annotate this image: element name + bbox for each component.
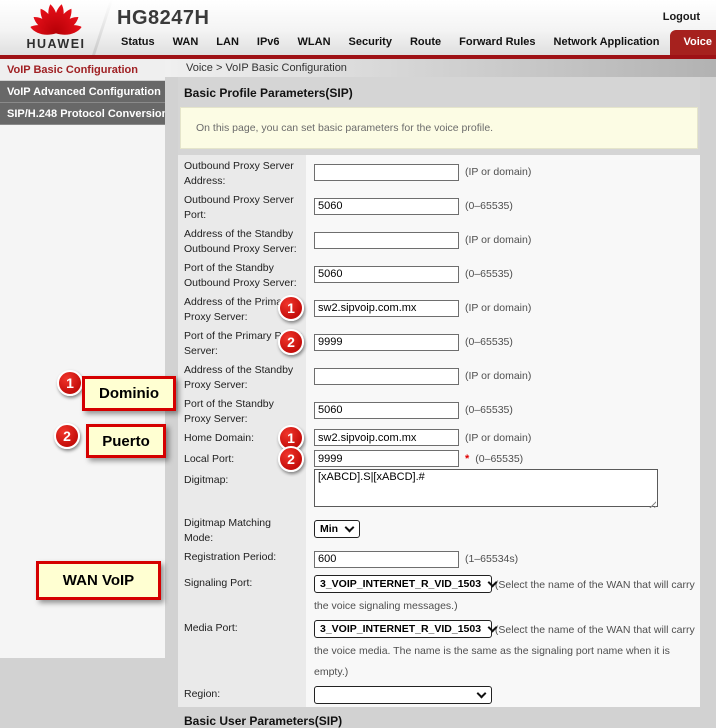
standby-proxy-address-input[interactable]	[314, 368, 459, 385]
required-asterisk: *	[465, 453, 469, 465]
form-row: Signaling Port: 3_VOIP_INTERNET_R_VID_15…	[178, 572, 700, 617]
field-label: Digitmap:	[178, 469, 306, 512]
callout-badge-1: 1	[57, 370, 83, 396]
field-hint: (1–65534s)	[465, 553, 518, 565]
section-title: Basic Profile Parameters(SIP)	[184, 86, 700, 100]
form-row: Local Port: 2 * (0–65535)	[178, 448, 700, 469]
field-label: Media Port:	[178, 617, 306, 683]
standby-outbound-proxy-port-input[interactable]	[314, 266, 459, 283]
tab-voice[interactable]: Voice	[670, 30, 716, 55]
field-hint: (IP or domain)	[465, 370, 531, 382]
field-hint: (IP or domain)	[465, 234, 531, 246]
tab-wlan[interactable]: WLAN	[289, 31, 340, 55]
field-label: Port of the Standby Outbound Proxy Serve…	[178, 257, 306, 291]
field-hint: (0–65535)	[465, 268, 513, 280]
field-label: Digitmap Matching Mode:	[178, 512, 306, 546]
field-label: Outbound Proxy Server Port:	[178, 189, 306, 223]
brand-text: HUAWEI	[12, 37, 100, 51]
local-port-input[interactable]	[314, 450, 459, 467]
field-hint: (0–65535)	[465, 404, 513, 416]
outbound-proxy-address-input[interactable]	[314, 164, 459, 181]
home-domain-input[interactable]	[314, 429, 459, 446]
tab-wan[interactable]: WAN	[164, 31, 208, 55]
voip-basic-form: Outbound Proxy Server Address: (IP or do…	[178, 155, 700, 707]
breadcrumb: Voice > VoIP Basic Configuration	[165, 59, 716, 77]
field-label: Registration Period:	[178, 546, 306, 572]
main-content: Basic Profile Parameters(SIP) On this pa…	[178, 77, 700, 658]
huawei-flower-icon	[28, 3, 84, 36]
form-row: Registration Period: (1–65534s)	[178, 546, 700, 572]
select-value: 3_VOIP_INTERNET_R_VID_1503	[320, 574, 481, 595]
digitmap-matching-mode-select[interactable]: Min	[314, 520, 360, 538]
huawei-logo: HUAWEI	[12, 3, 100, 51]
form-row: Address of the Standby Outbound Proxy Se…	[178, 223, 700, 257]
form-row: Port of the Standby Outbound Proxy Serve…	[178, 257, 700, 291]
standby-outbound-proxy-address-input[interactable]	[314, 232, 459, 249]
header: HUAWEI HG8247H Logout Status WAN LAN IPv…	[0, 0, 716, 55]
signaling-port-select[interactable]: 3_VOIP_INTERNET_R_VID_1503	[314, 575, 492, 593]
annotation-badge-2: 2	[278, 446, 304, 472]
main-nav-tabs: Status WAN LAN IPv6 WLAN Security Route …	[112, 30, 716, 55]
tab-forward-rules[interactable]: Forward Rules	[450, 31, 544, 55]
field-label: Region:	[178, 683, 306, 707]
sidebar-item-sip-h248[interactable]: SIP/H.248 Protocol Conversion	[0, 103, 165, 125]
field-hint: (IP or domain)	[465, 166, 531, 178]
callout-badge-2: 2	[54, 423, 80, 449]
field-hint: (IP or domain)	[465, 302, 531, 314]
tab-route[interactable]: Route	[401, 31, 450, 55]
tab-ipv6[interactable]: IPv6	[248, 31, 289, 55]
standby-proxy-port-input[interactable]	[314, 402, 459, 419]
outbound-proxy-port-input[interactable]	[314, 198, 459, 215]
digitmap-textarea[interactable]: [xABCD].S|[xABCD].#	[314, 469, 658, 507]
field-label: Port of the Standby Proxy Server:	[178, 393, 306, 427]
info-banner: On this page, you can set basic paramete…	[180, 107, 698, 149]
form-row: Region:	[178, 683, 700, 707]
logout-link[interactable]: Logout	[663, 11, 700, 23]
annotation-badge-2: 2	[278, 329, 304, 355]
primary-proxy-address-input[interactable]	[314, 300, 459, 317]
field-label: Outbound Proxy Server Address:	[178, 155, 306, 189]
form-row: Home Domain: 1 (IP or domain)	[178, 427, 700, 448]
primary-proxy-port-input[interactable]	[314, 334, 459, 351]
region-select[interactable]	[314, 686, 492, 704]
form-row: Outbound Proxy Server Address: (IP or do…	[178, 155, 700, 189]
annotation-badge-1: 1	[278, 295, 304, 321]
tab-security[interactable]: Security	[340, 31, 401, 55]
device-model-title: HG8247H	[117, 7, 209, 30]
form-row: Digitmap: [xABCD].S|[xABCD].#	[178, 469, 700, 512]
callout-dominio: Dominio	[82, 376, 176, 411]
field-label: Address of the Standby Proxy Server:	[178, 359, 306, 393]
callout-puerto: Puerto	[86, 424, 166, 458]
field-hint: (0–65535)	[465, 200, 513, 212]
tab-network-application[interactable]: Network Application	[545, 31, 669, 55]
form-row: Address of the Primary Proxy Server: 1 (…	[178, 291, 700, 325]
tab-status[interactable]: Status	[112, 31, 164, 55]
form-row: Address of the Standby Proxy Server: (IP…	[178, 359, 700, 393]
select-value: 3_VOIP_INTERNET_R_VID_1503	[320, 619, 481, 640]
form-row: Port of the Primary Proxy Server: 2 (0–6…	[178, 325, 700, 359]
media-port-select[interactable]: 3_VOIP_INTERNET_R_VID_1503	[314, 620, 492, 638]
field-label: Signaling Port:	[178, 572, 306, 617]
chevron-down-icon	[345, 522, 355, 532]
field-label: Address of the Standby Outbound Proxy Se…	[178, 223, 306, 257]
form-row: Media Port: 3_VOIP_INTERNET_R_VID_1503 (…	[178, 617, 700, 683]
form-row: Port of the Standby Proxy Server: (0–655…	[178, 393, 700, 427]
callout-wan-voip: WAN VoIP	[36, 561, 161, 600]
sidebar-item-voip-basic[interactable]: VoIP Basic Configuration	[0, 59, 165, 81]
sidebar-item-voip-advanced[interactable]: VoIP Advanced Configuration	[0, 81, 165, 103]
form-row: Outbound Proxy Server Port: (0–65535)	[178, 189, 700, 223]
field-hint: (IP or domain)	[465, 432, 531, 444]
registration-period-input[interactable]	[314, 551, 459, 568]
form-row: Digitmap Matching Mode: Min	[178, 512, 700, 546]
select-value: Min	[320, 523, 338, 535]
bottom-section-title: Basic User Parameters(SIP)	[184, 714, 700, 728]
tab-lan[interactable]: LAN	[207, 31, 248, 55]
field-hint: (0–65535)	[475, 453, 523, 465]
chevron-down-icon	[477, 688, 487, 698]
field-hint: (0–65535)	[465, 336, 513, 348]
